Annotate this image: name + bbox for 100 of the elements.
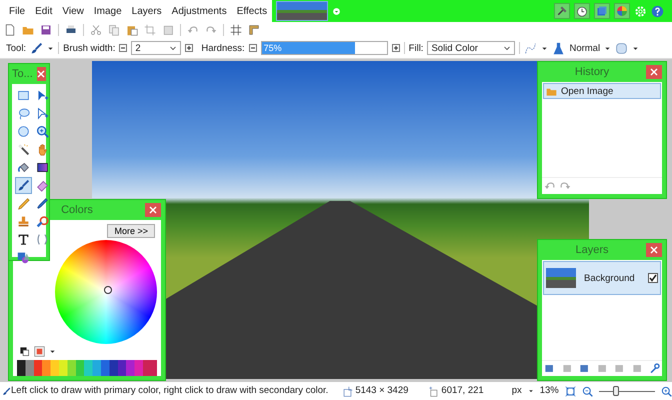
text-icon [17, 233, 30, 246]
hardness-label: Hardness: [201, 42, 245, 54]
close-icon [37, 70, 46, 78]
menu-item[interactable]: Layers [126, 6, 167, 16]
panel-title: Layers [574, 244, 610, 256]
image-thumbnail-tab[interactable] [276, 1, 328, 21]
decrease-button[interactable] [119, 44, 128, 52]
checkmark-icon [649, 274, 657, 282]
cursor-position-text: 6017, 221 [441, 385, 484, 397]
units-dropdown[interactable]: px [512, 385, 522, 397]
eraser-icon [36, 179, 49, 192]
minus-icon [250, 45, 256, 51]
recolor-icon [36, 215, 49, 228]
chevron-icon [503, 44, 512, 52]
zoom-slider[interactable] [598, 386, 655, 396]
plus-icon [186, 45, 192, 51]
paintbrush-icon [17, 179, 30, 192]
caret-icon[interactable] [604, 44, 612, 52]
menu-item[interactable]: Image [88, 6, 127, 16]
layers-icon [596, 5, 608, 17]
tool-label: Tool: [6, 42, 26, 54]
zoom-text: 13% [540, 385, 559, 397]
panel-title: Colors [60, 204, 94, 216]
window-toggle[interactable] [574, 3, 590, 19]
window-toggle[interactable] [594, 3, 610, 19]
menu-item[interactable]: Edit [30, 6, 58, 16]
gradient-icon [36, 161, 49, 174]
menu-item[interactable]: File [4, 6, 30, 16]
printer-icon[interactable] [65, 24, 77, 36]
fill-dropdown[interactable]: Solid Color [427, 41, 516, 55]
lasso-icon [17, 107, 30, 120]
visibility-checkbox[interactable] [648, 273, 658, 283]
clock-icon [576, 5, 588, 17]
hammer-icon [556, 5, 568, 17]
plus-icon [392, 45, 399, 51]
blend-mode-dropdown[interactable]: Normal [569, 42, 600, 54]
palette-icon[interactable] [34, 346, 45, 357]
history-item[interactable]: Open Image [543, 83, 661, 99]
arrow-plus-icon [36, 89, 49, 102]
brush-width-field[interactable]: 2 [131, 41, 182, 55]
scissors-icon[interactable] [90, 24, 102, 36]
increase-button[interactable] [392, 44, 400, 52]
ellipse-select-icon [17, 125, 30, 138]
wrench-icon[interactable] [649, 363, 660, 374]
clipboard-icon[interactable] [126, 24, 138, 36]
hand-icon [36, 143, 49, 156]
image-size-icon [342, 386, 354, 396]
pencil-icon [17, 197, 30, 210]
caret-icon[interactable] [49, 348, 56, 355]
magic-wand-icon [17, 143, 30, 156]
close-button[interactable] [646, 65, 662, 79]
chevron-icon [169, 44, 178, 52]
zoom-to-window-icon[interactable] [564, 386, 576, 396]
line-curve-icon [36, 233, 49, 246]
window-toggle[interactable] [614, 3, 630, 19]
increase-button[interactable] [185, 44, 194, 52]
tool-button[interactable] [15, 177, 32, 194]
paintbrush-icon[interactable] [30, 42, 44, 54]
ruler-icon[interactable] [248, 24, 260, 36]
duplicate-layer-icon[interactable] [579, 363, 590, 374]
close-icon [149, 206, 157, 214]
color-palette[interactable] [17, 360, 157, 376]
more-button[interactable]: More >> [107, 224, 155, 238]
close-button[interactable] [646, 243, 662, 257]
close-button[interactable] [36, 67, 46, 81]
layer-item[interactable]: Background [543, 261, 661, 295]
eyedropper-icon [36, 197, 49, 210]
paintbrush-icon [2, 386, 11, 396]
status-hint: Left click to draw with primary color, right click to draw with secondary color. [11, 385, 328, 397]
caret-icon[interactable] [528, 388, 534, 394]
close-icon [650, 68, 658, 76]
panel-title: To... [12, 68, 33, 80]
add-layer-icon[interactable] [544, 363, 555, 374]
flask-icon[interactable] [552, 42, 566, 54]
color-wheel-icon [616, 5, 628, 17]
zoom-icon [36, 125, 49, 138]
close-button[interactable] [145, 203, 161, 217]
shapes-icon [17, 251, 30, 264]
caret-icon[interactable] [541, 44, 548, 52]
zoom-in-icon[interactable] [660, 386, 672, 396]
swap-colors-icon[interactable] [19, 346, 30, 357]
menu-item[interactable]: View [57, 6, 89, 16]
window-toggle[interactable] [554, 3, 570, 19]
zoom-out-icon[interactable] [582, 386, 593, 396]
new-file-icon[interactable] [4, 24, 16, 36]
close-icon [650, 246, 658, 254]
menu-item[interactable]: Effects [232, 6, 272, 16]
caret-icon[interactable] [47, 44, 54, 52]
panel-title: History [574, 66, 610, 78]
image-size-text: 5143 × 3429 [355, 385, 408, 397]
decrease-button[interactable] [248, 44, 257, 52]
caret-icon[interactable] [632, 44, 640, 52]
grid-icon[interactable] [230, 24, 242, 36]
paint-bucket-icon [17, 161, 30, 174]
stamp-icon [17, 215, 30, 228]
layer-thumbnail [546, 268, 576, 288]
menu-item[interactable]: Adjustments [166, 6, 232, 16]
help-icon[interactable] [651, 4, 664, 18]
brush-width-label: Brush width: [63, 42, 116, 54]
cursor-position-icon [428, 386, 440, 396]
